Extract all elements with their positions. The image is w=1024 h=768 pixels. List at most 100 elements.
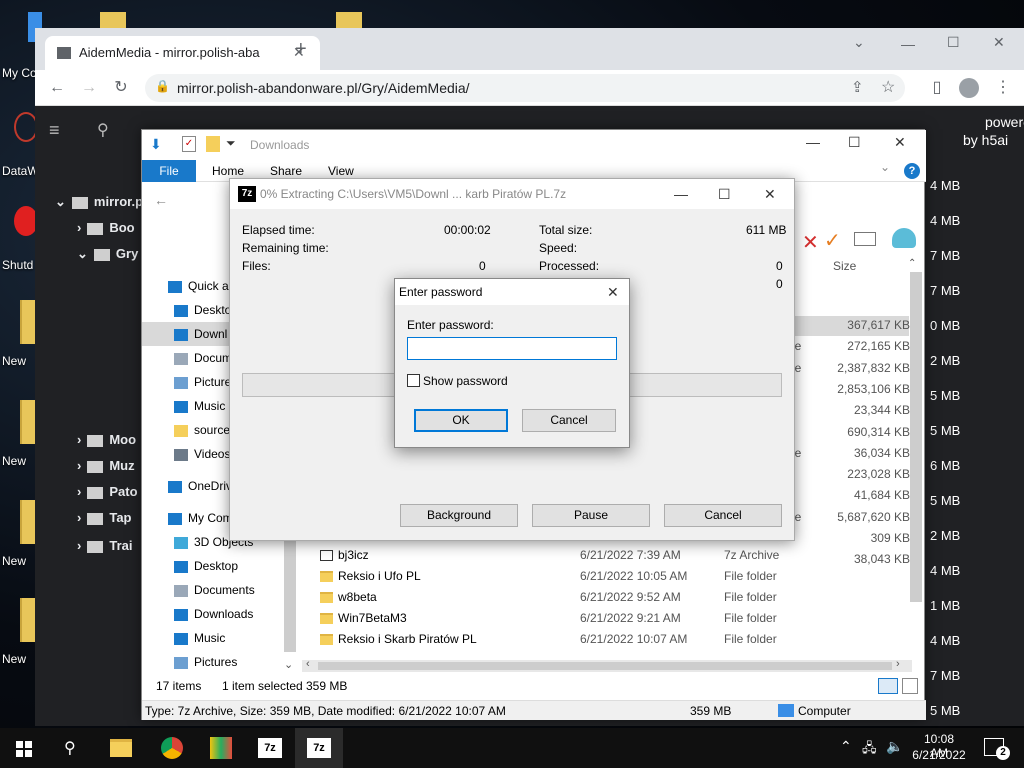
browser-tab[interactable]: AidemMedia - mirror.polish-aba ✕: [45, 36, 320, 70]
pause-button[interactable]: Pause: [532, 504, 650, 527]
cancel-button[interactable]: Cancel: [522, 409, 616, 432]
chevron-down-icon[interactable]: ⌄: [853, 34, 865, 51]
close-window-button[interactable]: ✕: [894, 134, 906, 151]
ribbon-tab-file[interactable]: File: [142, 160, 196, 182]
scrollbar-thumb[interactable]: [910, 272, 922, 602]
chevron-up-icon[interactable]: ⌃: [840, 738, 852, 755]
password-input[interactable]: [407, 337, 617, 360]
start-button[interactable]: [0, 728, 48, 768]
tree-item[interactable]: › Pato: [77, 480, 138, 504]
ok-button[interactable]: OK: [414, 409, 508, 432]
file-row[interactable]: Reksio i Skarb Piratów PL 6/21/2022 10:07…: [320, 629, 910, 650]
nav-item-label: Music: [194, 631, 226, 645]
large-icons-view-icon[interactable]: [902, 678, 918, 694]
bookmark-star-icon[interactable]: ☆: [881, 77, 895, 97]
side-panel-icon[interactable]: ▯: [923, 74, 951, 102]
properties-icon[interactable]: ✓: [182, 136, 196, 152]
checkmark-icon[interactable]: ✓: [824, 228, 841, 253]
cancel-extraction-button[interactable]: Cancel: [664, 504, 782, 527]
tree-item[interactable]: › Trai: [77, 534, 132, 558]
shell-icon[interactable]: [892, 228, 916, 248]
scroll-up-icon[interactable]: ⌃: [908, 258, 916, 269]
tree-item[interactable]: ⌄ mirror.p: [55, 190, 143, 214]
more-menu-icon[interactable]: ⋮: [989, 74, 1017, 102]
back-arrow-icon[interactable]: ←: [43, 74, 71, 102]
background-button[interactable]: Background: [400, 504, 518, 527]
desktop-icon-my-computer[interactable]: My Co: [0, 10, 42, 80]
close-window-button[interactable]: ✕: [993, 34, 1005, 51]
tree-item[interactable]: › Boo: [77, 216, 135, 240]
desktop-icon-new-folder[interactable]: New: [0, 500, 40, 570]
scroll-left-icon[interactable]: ‹: [306, 658, 310, 670]
scroll-right-icon[interactable]: ›: [896, 658, 900, 670]
share-icon[interactable]: ⇪: [851, 78, 864, 96]
tree-item[interactable]: › Moo: [77, 428, 136, 452]
nav-item[interactable]: Music: [174, 626, 225, 650]
clock-date[interactable]: 6/21/2022: [912, 748, 966, 762]
close-dialog-button[interactable]: ✕: [607, 279, 619, 305]
profile-avatar[interactable]: [959, 78, 979, 98]
tree-item[interactable]: ⌄ Gry: [77, 242, 138, 266]
desktop-icon-shutdown[interactable]: Shutd: [0, 202, 40, 272]
nav-item[interactable]: Docum: [174, 346, 232, 370]
processed-value: 0: [776, 259, 783, 273]
desktop-icon-new-folder[interactable]: New: [0, 400, 40, 470]
reload-icon[interactable]: ↻: [107, 74, 135, 102]
keyboard-icon[interactable]: [854, 232, 876, 246]
maximize-button[interactable]: ☐: [848, 134, 861, 151]
search-icon[interactable]: ⚲: [97, 120, 109, 140]
nav-item[interactable]: source: [174, 418, 230, 442]
desktop-icon-new-folder[interactable]: New: [0, 300, 40, 370]
nav-item[interactable]: Deskto: [174, 298, 231, 322]
network-icon[interactable]: 🖧: [862, 739, 877, 761]
tree-item[interactable]: › Tap: [77, 506, 132, 530]
taskbar-file-explorer[interactable]: [98, 728, 146, 768]
nav-item[interactable]: Desktop: [174, 554, 238, 578]
back-arrow-icon[interactable]: ←: [154, 192, 168, 208]
show-password-checkbox[interactable]: [407, 374, 420, 387]
nav-item[interactable]: Picture: [174, 370, 231, 394]
expand-ribbon-icon[interactable]: ⌄: [880, 160, 890, 174]
taskbar-chrome[interactable]: [148, 728, 196, 768]
horizontal-scrollbar[interactable]: ‹ ›: [302, 658, 912, 672]
file-row[interactable]: w8beta 6/21/2022 9:52 AM File folder: [320, 587, 910, 608]
volume-icon[interactable]: 🔈: [886, 738, 903, 755]
nav-item[interactable]: Quick ac: [168, 274, 235, 298]
taskbar-app[interactable]: [197, 728, 245, 768]
desktop-icon-dataw[interactable]: DataW: [0, 108, 40, 178]
file-row[interactable]: Win7BetaM3 6/21/2022 9:21 AM File folder: [320, 608, 910, 629]
tree-item[interactable]: › Muz: [77, 454, 135, 478]
nav-scrollbar-thumb[interactable]: [284, 540, 296, 652]
nav-item[interactable]: My Com: [168, 506, 233, 530]
new-tab-button[interactable]: +: [295, 38, 307, 61]
close-dialog-button[interactable]: ✕: [764, 179, 776, 209]
maximize-button[interactable]: ☐: [718, 179, 731, 209]
file-row[interactable]: Reksio i Ufo PL 6/21/2022 10:05 AM File fo…: [320, 566, 910, 587]
search-button[interactable]: ⚲: [48, 728, 96, 768]
customize-dropdown-icon[interactable]: ⏷: [226, 136, 236, 151]
folder-icon[interactable]: [206, 136, 220, 152]
address-bar[interactable]: 🔒 mirror.polish-abandonware.pl/Gry/Aidem…: [145, 74, 905, 102]
nav-item[interactable]: Downloads: [174, 602, 253, 626]
minimize-button[interactable]: —: [674, 179, 688, 209]
nav-item[interactable]: Documents: [174, 578, 255, 602]
details-view-icon[interactable]: [878, 678, 898, 694]
nav-item[interactable]: OneDriv: [168, 474, 232, 498]
desktop-icon-new-folder[interactable]: New: [0, 598, 40, 668]
forward-arrow-icon[interactable]: →: [75, 74, 103, 102]
taskbar-7zip[interactable]: 7z: [246, 728, 294, 768]
help-icon[interactable]: ?: [904, 163, 920, 179]
column-header-size[interactable]: Size: [833, 256, 893, 276]
minimize-button[interactable]: —: [806, 134, 820, 150]
file-row[interactable]: bj3icz 6/21/2022 7:39 AM 7z Archive: [320, 545, 910, 566]
scroll-down-icon[interactable]: ⌄: [284, 658, 293, 671]
hamburger-menu-icon[interactable]: ≡: [49, 120, 60, 141]
nav-item[interactable]: Pictures: [174, 650, 237, 674]
minimize-button[interactable]: —: [901, 36, 915, 52]
delete-icon[interactable]: ✕: [802, 230, 819, 255]
maximize-button[interactable]: ☐: [947, 34, 960, 51]
h-scrollbar-thumb[interactable]: [318, 662, 892, 670]
taskbar-7zip-active[interactable]: 7z: [295, 728, 343, 768]
nav-item[interactable]: Videos: [174, 442, 230, 466]
nav-item[interactable]: Music: [174, 394, 225, 418]
